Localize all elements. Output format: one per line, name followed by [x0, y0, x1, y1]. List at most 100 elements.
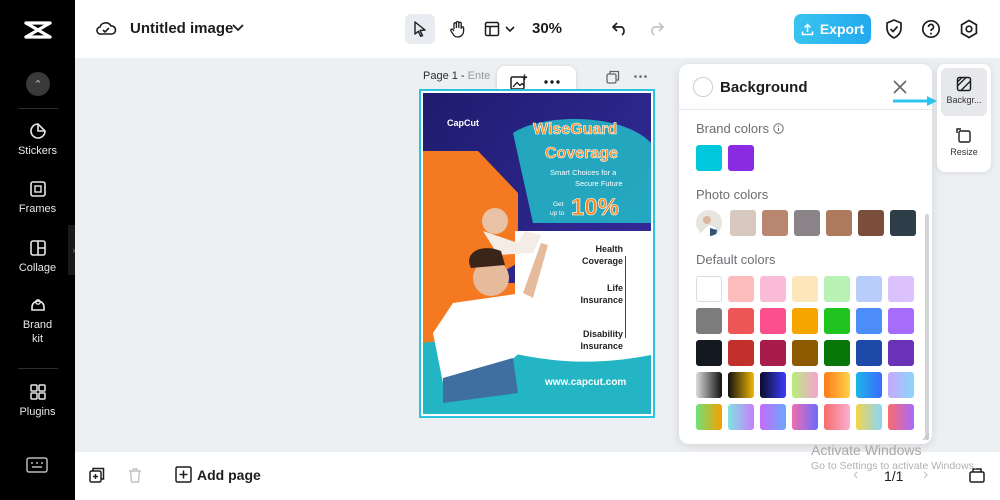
- photo-color-swatch[interactable]: [730, 210, 756, 236]
- page-number-label: Page 1 -: [423, 70, 465, 82]
- sidebar-item-label: Collage: [18, 262, 57, 274]
- page-name-input[interactable]: Ente: [468, 70, 491, 82]
- brand-color-swatch[interactable]: [728, 145, 754, 171]
- export-button[interactable]: Export: [794, 14, 871, 44]
- trash-icon[interactable]: [127, 467, 143, 483]
- page-label[interactable]: Page 1 - Ente: [423, 70, 490, 82]
- photo-color-swatch[interactable]: [794, 210, 820, 236]
- default-color-swatch[interactable]: [888, 276, 914, 302]
- default-color-swatch[interactable]: [696, 308, 722, 334]
- add-page-icon[interactable]: [175, 466, 192, 483]
- default-color-swatch[interactable]: [728, 308, 754, 334]
- help-icon[interactable]: [921, 19, 941, 39]
- gradient-color-swatch[interactable]: [792, 372, 818, 398]
- default-color-swatch[interactable]: [728, 276, 754, 302]
- default-color-swatch[interactable]: [728, 340, 754, 366]
- gradient-color-swatch[interactable]: [760, 372, 786, 398]
- activate-windows-title: Activate Windows: [811, 442, 922, 458]
- duplicate-icon[interactable]: [89, 467, 105, 483]
- duplicate-page-icon[interactable]: [606, 70, 620, 84]
- zoom-level[interactable]: 30%: [532, 20, 562, 37]
- right-tool-panel: Backgr... Resize: [937, 64, 991, 172]
- more-options-icon[interactable]: [544, 80, 560, 84]
- default-color-swatch[interactable]: [792, 308, 818, 334]
- gradient-color-swatch[interactable]: [792, 404, 818, 430]
- sidebar-item-plugins[interactable]: Plugins: [0, 383, 75, 419]
- close-icon[interactable]: [891, 78, 909, 96]
- default-color-swatch[interactable]: [824, 340, 850, 366]
- poster-offer-pre-2: up to: [550, 210, 565, 217]
- default-color-swatch[interactable]: [792, 276, 818, 302]
- current-background-swatch[interactable]: [693, 77, 713, 97]
- gradient-color-swatch[interactable]: [728, 404, 754, 430]
- keyboard-shortcuts-icon[interactable]: [26, 456, 48, 474]
- shield-check-icon[interactable]: [885, 19, 903, 39]
- sidebar-item-collage[interactable]: Collage: [0, 239, 75, 275]
- gradient-color-swatch[interactable]: [728, 372, 754, 398]
- gradient-color-swatch[interactable]: [696, 404, 722, 430]
- default-color-swatch[interactable]: [760, 340, 786, 366]
- background-tool-button[interactable]: Backgr...: [941, 68, 987, 116]
- sticker-icon: [29, 123, 46, 139]
- default-color-swatch[interactable]: [760, 308, 786, 334]
- sidebar-item-brand-kit[interactable]: Brand kit: [0, 296, 75, 346]
- sidebar-item-stickers[interactable]: Stickers: [0, 122, 75, 158]
- default-color-swatch[interactable]: [760, 276, 786, 302]
- redo-icon[interactable]: [647, 20, 665, 36]
- poster-list-line: [625, 256, 626, 338]
- sidebar-item-label: Brand kit: [22, 319, 53, 345]
- gradient-color-swatch[interactable]: [888, 404, 914, 430]
- undo-icon[interactable]: [611, 20, 629, 36]
- export-label: Export: [819, 21, 865, 37]
- default-color-swatch[interactable]: [824, 276, 850, 302]
- gradient-color-swatch[interactable]: [856, 404, 882, 430]
- default-color-swatch[interactable]: [856, 308, 882, 334]
- default-color-swatch[interactable]: [696, 340, 722, 366]
- default-color-swatch[interactable]: [888, 308, 914, 334]
- default-color-swatch[interactable]: [888, 340, 914, 366]
- sidebar-divider: [18, 368, 58, 369]
- info-icon[interactable]: [772, 123, 784, 134]
- poster-canvas[interactable]: CapCut WiseGuard Coverage Smart Choices …: [423, 93, 651, 414]
- poster-offer-value: 10%: [571, 194, 620, 222]
- sidebar-item-label: Plugins: [19, 406, 56, 418]
- gradient-color-swatch[interactable]: [760, 404, 786, 430]
- default-color-swatch[interactable]: [824, 308, 850, 334]
- photo-thumbnail[interactable]: [696, 210, 722, 236]
- cloud-save-icon[interactable]: [95, 19, 117, 37]
- photo-color-swatch[interactable]: [858, 210, 884, 236]
- add-page-button[interactable]: Add page: [197, 467, 261, 483]
- photo-colors-label: Photo colors: [696, 187, 769, 202]
- gradient-color-swatch[interactable]: [856, 372, 882, 398]
- default-color-swatch[interactable]: [856, 340, 882, 366]
- document-title[interactable]: Untitled image: [130, 20, 233, 37]
- poster-tagline-2: Secure Future: [575, 179, 623, 188]
- default-color-swatch[interactable]: [696, 276, 722, 302]
- page-more-icon[interactable]: [634, 75, 647, 78]
- gradient-color-swatch[interactable]: [824, 404, 850, 430]
- photo-color-swatch[interactable]: [826, 210, 852, 236]
- panel-scrollbar[interactable]: [925, 214, 929, 440]
- background-icon: [956, 76, 972, 92]
- brand-color-swatch[interactable]: [696, 145, 722, 171]
- gradient-color-swatch[interactable]: [888, 372, 914, 398]
- layout-menu-button[interactable]: [479, 14, 519, 44]
- default-color-swatch[interactable]: [792, 340, 818, 366]
- collapse-sidebar-button[interactable]: ⌃: [26, 72, 50, 96]
- capcut-logo-icon[interactable]: [22, 14, 54, 46]
- chevron-down-icon[interactable]: [232, 24, 244, 32]
- photo-color-swatch[interactable]: [890, 210, 916, 236]
- default-color-swatch[interactable]: [856, 276, 882, 302]
- gradient-color-swatch[interactable]: [696, 372, 722, 398]
- hand-tool-button[interactable]: [443, 14, 473, 44]
- gradient-color-swatch[interactable]: [824, 372, 850, 398]
- poster-offer-pre-1: Get: [553, 201, 564, 208]
- resize-tool-button[interactable]: Resize: [941, 120, 987, 168]
- poster-brand: CapCut: [447, 118, 479, 128]
- settings-icon[interactable]: [959, 19, 979, 39]
- sidebar-item-frames[interactable]: Frames: [0, 180, 75, 216]
- photo-color-swatch[interactable]: [762, 210, 788, 236]
- select-tool-button[interactable]: [405, 14, 435, 44]
- resize-grip-icon[interactable]: [922, 433, 930, 441]
- sidebar-item-label: Frames: [18, 203, 57, 215]
